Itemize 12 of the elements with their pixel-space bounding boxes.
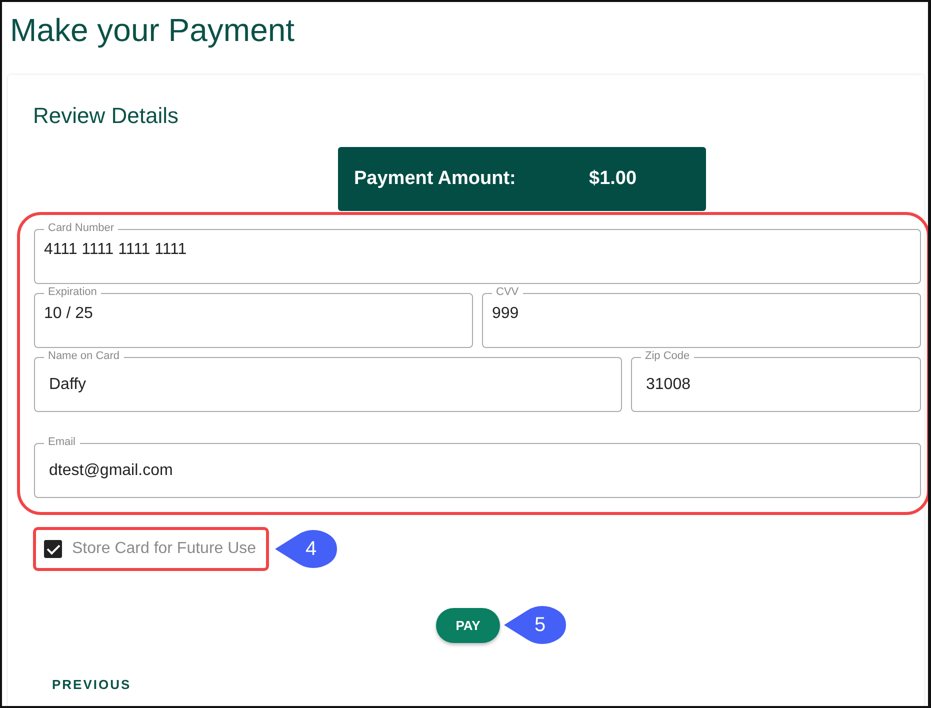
pay-button[interactable]: PAY bbox=[436, 608, 500, 642]
page-title: Make your Payment bbox=[9, 11, 296, 50]
amount-label: Payment Amount: bbox=[354, 168, 517, 190]
amount-value: $1.00 bbox=[589, 168, 637, 190]
section-title: Review Details bbox=[32, 102, 180, 130]
checkbox[interactable] bbox=[44, 540, 62, 558]
step-callout: 4 bbox=[275, 530, 338, 568]
field-label: Expiration bbox=[44, 286, 101, 299]
previous-button[interactable]: PREVIOUS bbox=[38, 673, 146, 696]
checkbox-label: Store Card for Future Use bbox=[72, 540, 256, 558]
step-callout: 5 bbox=[504, 606, 566, 644]
field-label: Zip Code bbox=[641, 350, 694, 363]
